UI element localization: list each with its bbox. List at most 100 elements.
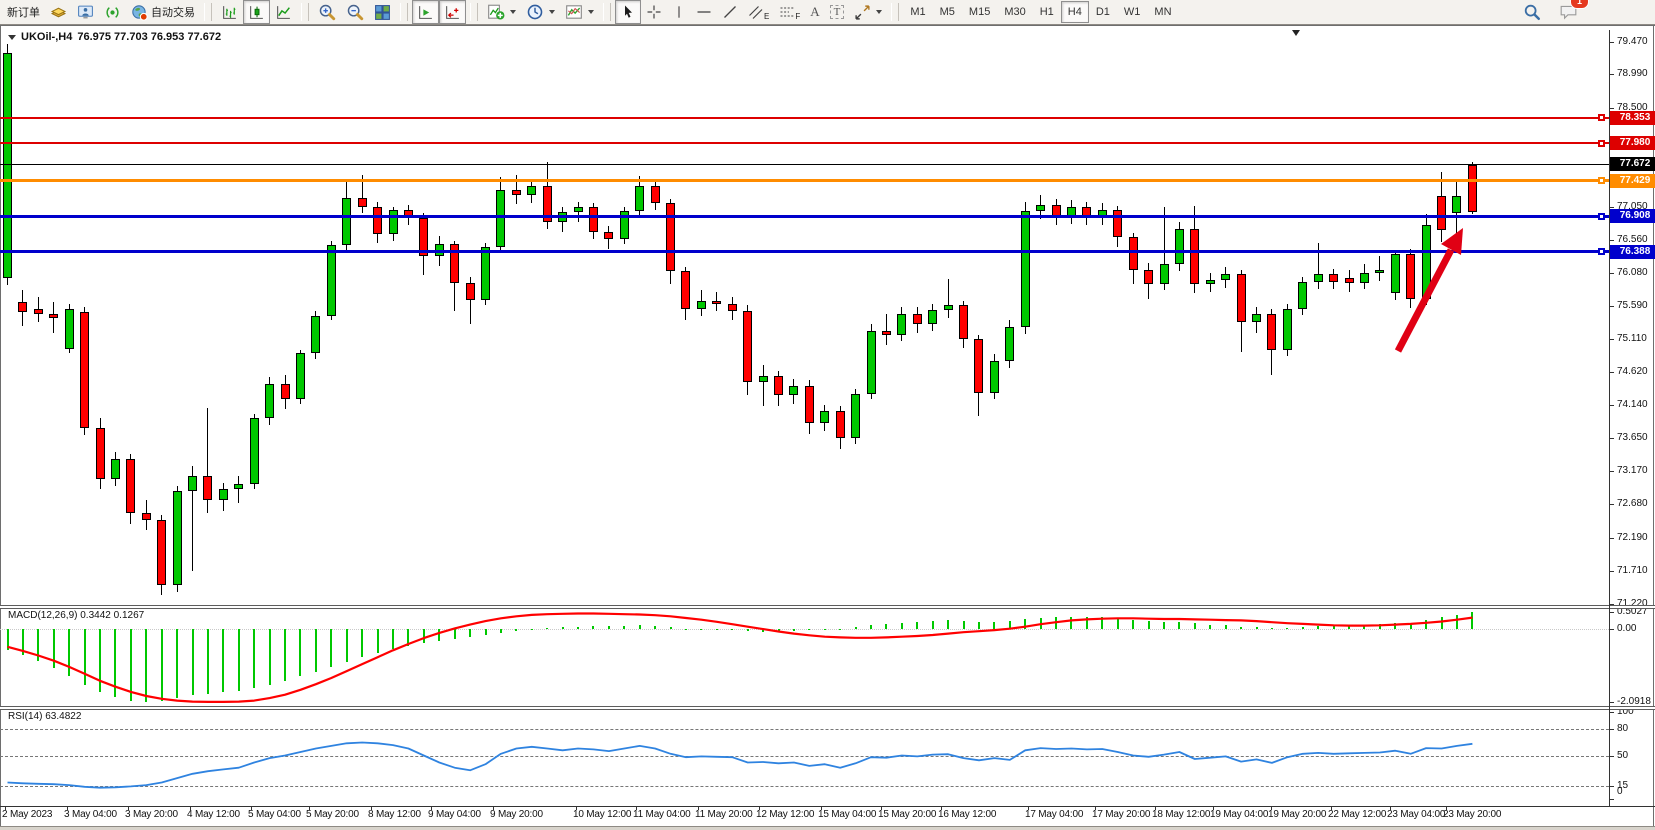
- candle: [496, 190, 505, 248]
- candle-wick: [1379, 256, 1380, 281]
- chart-shift-button[interactable]: [439, 0, 466, 24]
- date-label: 3 May 20:00: [125, 809, 178, 820]
- candle: [712, 301, 721, 304]
- date-label: 15 May 20:00: [878, 809, 936, 820]
- pane-separator[interactable]: [0, 706, 1655, 710]
- dropdown-caret-icon: [510, 10, 516, 14]
- history-center-button[interactable]: [45, 0, 72, 24]
- horizontal-line-tool-button[interactable]: [691, 0, 717, 24]
- pane-separator[interactable]: [0, 605, 1655, 609]
- date-label: 12 May 12:00: [756, 809, 814, 820]
- candle: [466, 283, 475, 300]
- timeframe-W1[interactable]: W1: [1117, 1, 1148, 23]
- candle: [574, 207, 583, 212]
- macd-histogram-bar: [130, 629, 132, 700]
- candle: [3, 53, 12, 278]
- candle-wick: [886, 314, 887, 345]
- date-label: 23 May 04:00: [1387, 809, 1445, 820]
- macd-histogram-bar: [361, 629, 363, 657]
- auto-scroll-button[interactable]: [412, 0, 439, 24]
- timeframe-H1[interactable]: H1: [1033, 1, 1061, 23]
- candle: [188, 476, 197, 491]
- chat-button[interactable]: 1: [1554, 0, 1583, 24]
- macd-histogram-bar: [37, 629, 39, 660]
- candle: [358, 198, 367, 207]
- candle: [604, 232, 613, 239]
- macd-histogram-bar: [932, 621, 934, 629]
- date-label: 5 May 20:00: [306, 809, 359, 820]
- globe-icon: [131, 4, 148, 21]
- search-button[interactable]: [1518, 0, 1546, 24]
- macd-histogram-bar: [916, 622, 918, 630]
- candle: [974, 339, 983, 392]
- timeframe-M30[interactable]: M30: [997, 1, 1032, 23]
- arrows-tool-button[interactable]: [849, 0, 887, 24]
- chart-shift-marker-icon[interactable]: [1292, 30, 1300, 36]
- timeframe-M15[interactable]: M15: [962, 1, 997, 23]
- macd-histogram-bar: [145, 629, 147, 701]
- date-label: 11 May 04:00: [633, 809, 690, 820]
- vertical-line-tool-button[interactable]: [667, 0, 691, 24]
- timeframe-D1[interactable]: D1: [1089, 1, 1117, 23]
- periods-button[interactable]: [521, 0, 560, 24]
- crosshair-tool-button[interactable]: [641, 0, 667, 24]
- zoom-out-button[interactable]: [341, 0, 369, 24]
- market-watch-button[interactable]: [72, 0, 99, 24]
- candle: [990, 361, 999, 392]
- auto-trading-button[interactable]: 自动交易: [126, 0, 200, 24]
- trendline-tool-button[interactable]: [717, 0, 743, 24]
- candle: [203, 476, 212, 500]
- fibonacci-tool-button[interactable]: F: [774, 0, 805, 24]
- macd-signal-line: [8, 614, 1473, 702]
- timeframe-M5[interactable]: M5: [933, 1, 962, 23]
- candle: [1391, 254, 1400, 293]
- candle: [882, 331, 891, 335]
- candle: [1129, 237, 1138, 270]
- time-axis-line: [0, 806, 1655, 807]
- new-order-button[interactable]: 新订单: [2, 0, 45, 24]
- templates-button[interactable]: [560, 0, 599, 24]
- candlestick-mode-button[interactable]: [243, 0, 270, 24]
- timeframe-M1[interactable]: M1: [903, 1, 932, 23]
- auto-scroll-icon: [417, 4, 434, 21]
- macd-histogram-bar: [269, 629, 271, 685]
- candle: [1036, 205, 1045, 212]
- macd-histogram-bar: [1117, 618, 1119, 629]
- text-tool-button[interactable]: A: [805, 0, 824, 24]
- macd-histogram-bar: [978, 622, 980, 630]
- tile-windows-icon: [374, 4, 391, 21]
- timeframe-MN[interactable]: MN: [1147, 1, 1178, 23]
- signals-button[interactable]: [99, 0, 126, 24]
- candle: [1437, 196, 1446, 230]
- candle: [635, 186, 644, 211]
- channel-tool-letter: E: [764, 12, 769, 21]
- macd-histogram-bar: [870, 625, 872, 629]
- chart-title[interactable]: UKOil-,H4 76.975 77.703 76.953 77.672: [8, 31, 221, 43]
- signal-icon: [104, 4, 121, 21]
- tile-windows-button[interactable]: [369, 0, 396, 24]
- timeframe-H4[interactable]: H4: [1061, 1, 1089, 23]
- candle: [789, 386, 798, 396]
- equidistant-channel-tool-button[interactable]: E: [743, 0, 774, 24]
- date-label: 11 May 20:00: [695, 809, 752, 820]
- candle-wick: [948, 279, 949, 317]
- macd-histogram-bar: [747, 629, 749, 631]
- macd-histogram-bar: [1009, 621, 1011, 629]
- rsi-level-line: [0, 729, 1609, 730]
- candle: [589, 207, 598, 232]
- macd-histogram-bar: [1317, 626, 1319, 629]
- zoom-in-button[interactable]: [313, 0, 341, 24]
- candle: [1252, 314, 1261, 322]
- macd-histogram-bar: [839, 629, 841, 630]
- bar-chart-mode-button[interactable]: [216, 0, 243, 24]
- text-label-tool-button[interactable]: T: [825, 0, 850, 24]
- price-badge: 77.429: [1610, 174, 1655, 188]
- text-label-tool-label: T: [830, 5, 845, 19]
- macd-histogram-bar: [22, 629, 24, 655]
- current-price-line: [0, 164, 1609, 165]
- indicators-button[interactable]: [482, 0, 521, 24]
- toolbar-separator: [891, 3, 899, 21]
- cursor-tool-button[interactable]: [615, 0, 641, 24]
- toolbar-separator: [204, 3, 212, 21]
- line-chart-mode-button[interactable]: [270, 0, 297, 24]
